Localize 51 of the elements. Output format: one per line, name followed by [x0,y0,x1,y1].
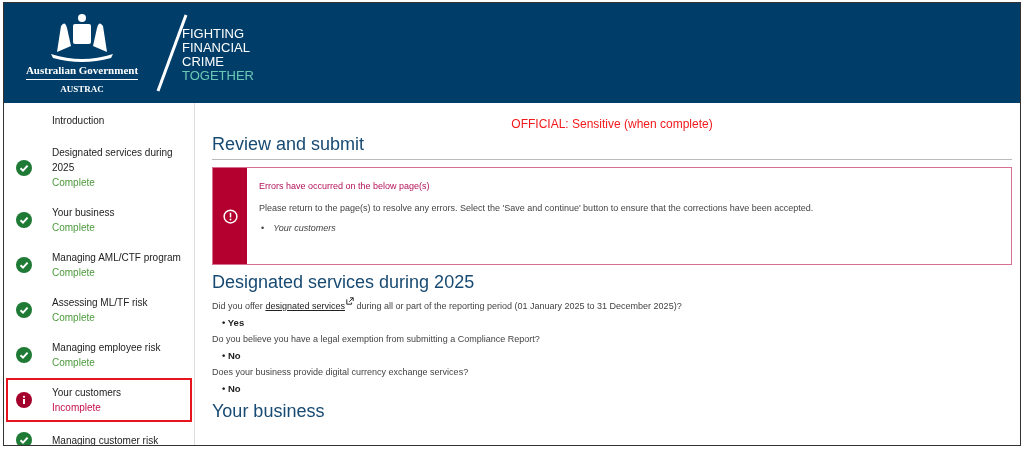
external-link-icon [345,297,354,305]
error-page-link[interactable]: Your customers [273,223,337,233]
check-icon [16,347,32,363]
check-icon [16,212,32,228]
item-label: Managing employee risk [52,341,161,355]
item-label: Introduction [52,113,105,128]
sidebar-item[interactable]: Managing AML/CTF program Complete [6,243,192,287]
check-icon [16,302,32,318]
tagline-text: FINANCIAL [182,41,251,55]
answer-text: • Yes [222,317,245,328]
item-status: Complete [52,356,96,370]
tagline-text: FIGHTING [182,27,246,41]
item-label: Designated services during 2025 [52,146,174,175]
item-label: Managing customer risk [52,433,159,445]
section-heading: Designated services during 2025 [212,272,476,293]
info-icon [16,392,32,408]
item-status: Incomplete [52,401,102,415]
designated-services-link[interactable]: designated services [265,301,354,311]
government-name: Australian Government [25,62,139,80]
item-status: Complete [52,176,96,190]
item-label: Assessing ML/TF risk [52,296,148,310]
sidebar-item[interactable]: Managing customer risk [6,423,192,445]
question-text: Does your business provide digital currency exchange services? [212,367,470,377]
sidebar-item[interactable]: Assessing ML/TF risk Complete [6,288,192,332]
question-text: Do you believe you have a legal exemption from submitting a Compliance Report? [212,334,541,344]
item-label: Your customers [52,386,122,400]
check-icon [16,257,32,273]
classification-label: OFFICIAL: Sensitive (when complete) [510,117,714,131]
sidebar-item[interactable]: Your business Complete [6,198,192,242]
sidebar-item[interactable]: Your customers Incomplete [6,378,192,422]
alert-icon [222,208,238,224]
question-text: Did you offer designated services during all or part of the reporting period (01 January 2025 to 31 December 2025)? [212,297,1012,311]
check-icon [16,159,32,176]
tagline-text: TOGETHER [182,69,254,83]
sidebar-item[interactable]: Managing employee risk Complete [6,333,192,377]
page-title: Review and submit [212,134,1012,160]
item-status: Complete [52,311,96,325]
answer-text: • No [222,350,241,361]
error-title: Errors have occurred on the below page(s) [259,181,431,191]
sidebar-item[interactable]: Introduction [6,103,192,137]
bullet-mark: • [261,223,265,233]
item-status: Complete [52,266,96,280]
item-status: Complete [52,221,96,235]
sidebar-item[interactable]: Designated services during 2025 Complete [6,138,192,197]
error-message: Please return to the page(s) to resolve any errors. Select the 'Save and continue' button to ensure that the corrections have been accepted. [259,203,814,213]
item-label: Managing AML/CTF program [52,251,181,265]
item-label: Your business [52,206,115,220]
section-heading: Your business [212,401,326,422]
answer-text: • No [222,383,241,394]
agency-name: AUSTRAC [60,84,104,94]
tagline-text: CRIME [182,55,225,69]
